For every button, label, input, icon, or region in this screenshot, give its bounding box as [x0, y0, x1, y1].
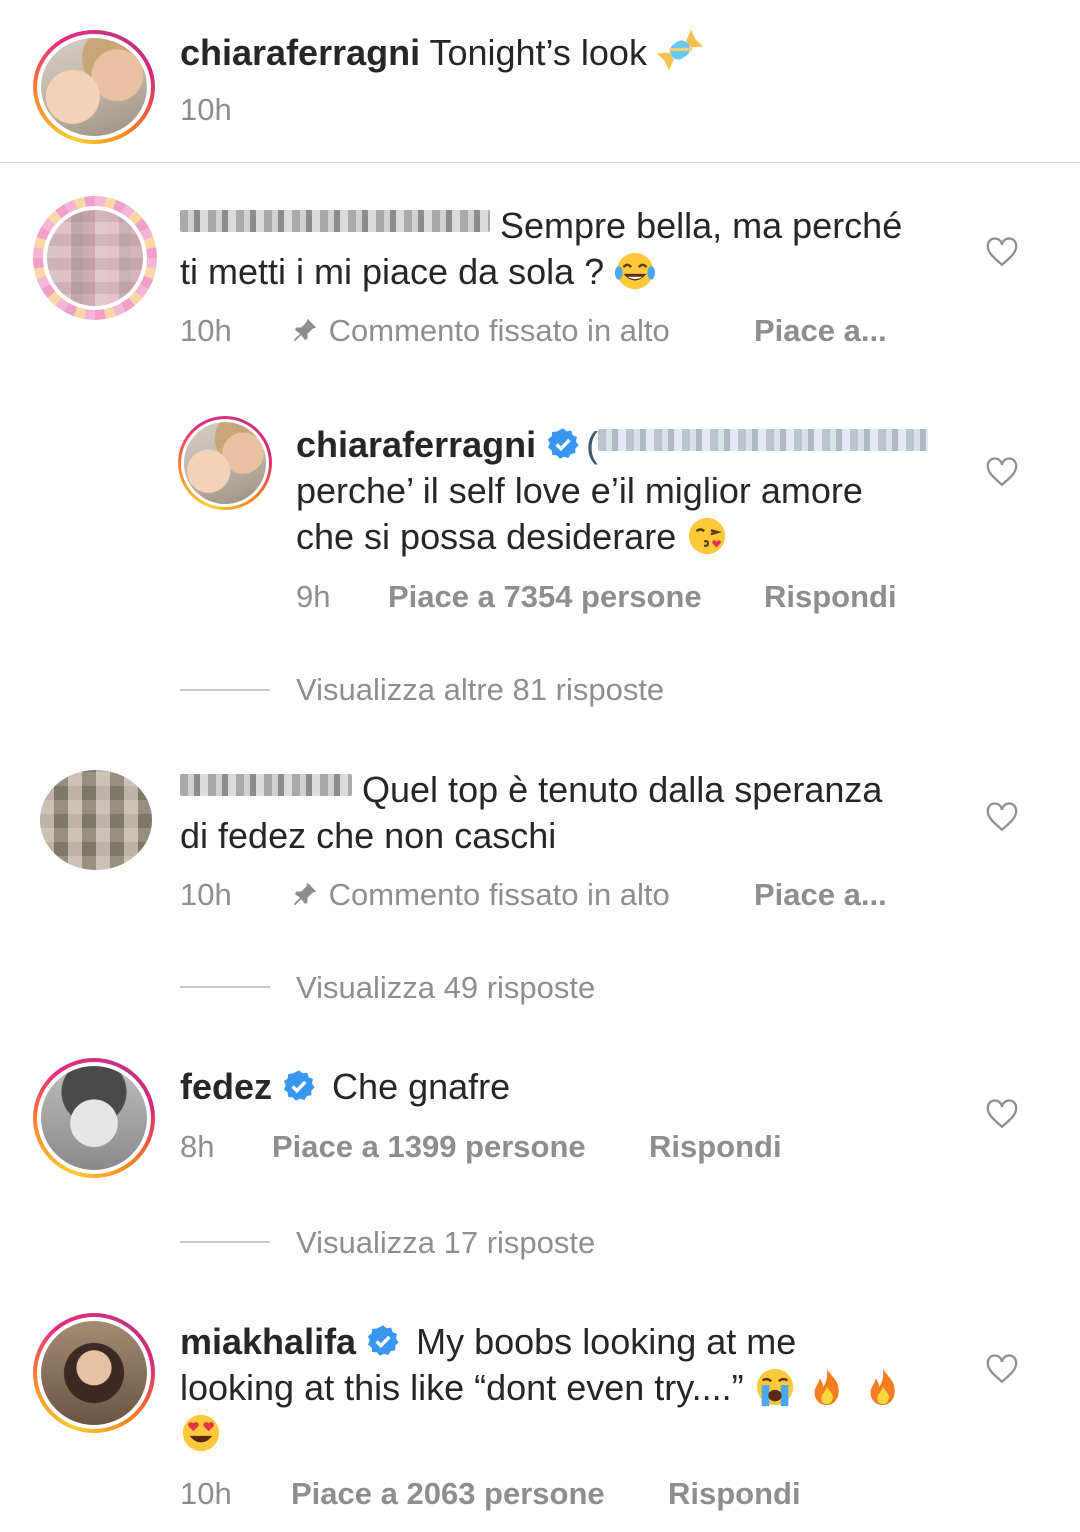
- loudly-crying-emoji-icon: [756, 1368, 793, 1407]
- replies-divider: [180, 986, 270, 988]
- view-replies-button[interactable]: Visualizza 17 risposte: [296, 1225, 595, 1261]
- comment-time: 10h: [180, 313, 232, 348]
- comment-avatar[interactable]: [33, 196, 157, 320]
- likes-link[interactable]: Piace a 1399 persone: [272, 1129, 586, 1165]
- fire-emoji-icon: [870, 1368, 895, 1406]
- replies-divider: [180, 1241, 270, 1243]
- likes-link[interactable]: Piace a 2063 persone: [291, 1476, 605, 1512]
- avatar-image: [47, 210, 143, 306]
- comment-username[interactable]: fedez: [180, 1066, 272, 1107]
- verified-badge-icon: [368, 1325, 399, 1356]
- candy-emoji-icon: [656, 29, 703, 71]
- comment-avatar[interactable]: [33, 1313, 155, 1433]
- comment-text: miakhalifa My boobs looking at me lookin…: [180, 1319, 970, 1457]
- pin-icon: [293, 882, 317, 906]
- avatar-image: [41, 38, 147, 136]
- likes-link[interactable]: Piace a...: [754, 877, 887, 913]
- comment-username[interactable]: miakhalifa: [180, 1321, 356, 1362]
- avatar-image: [41, 1321, 147, 1425]
- like-heart-icon[interactable]: [985, 801, 1019, 833]
- reply-likes-link[interactable]: Piace a 7354 persone: [388, 579, 702, 615]
- like-heart-icon[interactable]: [985, 1353, 1019, 1385]
- reply-button[interactable]: Rispondi: [668, 1476, 801, 1512]
- comment-avatar[interactable]: [40, 770, 152, 870]
- comment-time: 8h: [180, 1129, 215, 1164]
- heart-eyes-emoji-icon: [182, 1414, 220, 1452]
- caption-username[interactable]: chiaraferragni: [180, 32, 420, 73]
- caption-divider: [0, 162, 1080, 163]
- comment-time: 10h: [180, 1476, 232, 1511]
- like-heart-icon[interactable]: [985, 456, 1019, 488]
- comment-time: 10h: [180, 877, 232, 912]
- verified-badge-icon: [284, 1070, 315, 1101]
- tears-of-joy-emoji-icon: [615, 252, 656, 290]
- reply-time: 9h: [296, 579, 331, 614]
- avatar-image: [41, 1066, 147, 1170]
- redacted-username[interactable]: [180, 774, 352, 796]
- reply-avatar[interactable]: [178, 416, 272, 510]
- redacted-mention[interactable]: [598, 429, 929, 451]
- verified-badge-icon: [548, 428, 579, 459]
- kissing-heart-emoji-icon: [689, 517, 726, 555]
- comment-text: Quel top è tenuto dalla speranza di fede…: [180, 769, 883, 856]
- reply-button[interactable]: Rispondi: [649, 1129, 782, 1165]
- reply-text: chiaraferragni ( perche’ il self love e’…: [296, 422, 976, 560]
- caption-avatar[interactable]: [33, 30, 155, 144]
- caption-time: 10h: [180, 92, 232, 127]
- comment-text: Sempre bella, ma perché ti metti i mi pi…: [180, 205, 903, 292]
- replies-divider: [180, 689, 270, 691]
- view-replies-button[interactable]: Visualizza altre 81 risposte: [296, 672, 664, 708]
- caption-text-line: chiaraferragni Tonight’s look: [180, 27, 703, 76]
- likes-link[interactable]: Piace a...: [754, 313, 887, 349]
- pin-icon: [293, 318, 317, 342]
- like-heart-icon[interactable]: [985, 236, 1019, 268]
- reply-button[interactable]: Rispondi: [764, 579, 897, 615]
- redacted-username[interactable]: [180, 210, 490, 232]
- reply-username[interactable]: chiaraferragni: [296, 424, 536, 465]
- avatar-image: [184, 422, 266, 504]
- view-replies-button[interactable]: Visualizza 49 risposte: [296, 970, 595, 1006]
- pinned-label: Commento fissato in alto: [290, 313, 670, 349]
- fire-emoji-icon: [814, 1368, 839, 1406]
- like-heart-icon[interactable]: [985, 1098, 1019, 1130]
- comment-avatar[interactable]: [33, 1058, 155, 1178]
- comment-text: fedez Che gnafre: [180, 1066, 511, 1107]
- pinned-label: Commento fissato in alto: [290, 877, 670, 913]
- caption-text: Tonight’s look: [429, 32, 647, 73]
